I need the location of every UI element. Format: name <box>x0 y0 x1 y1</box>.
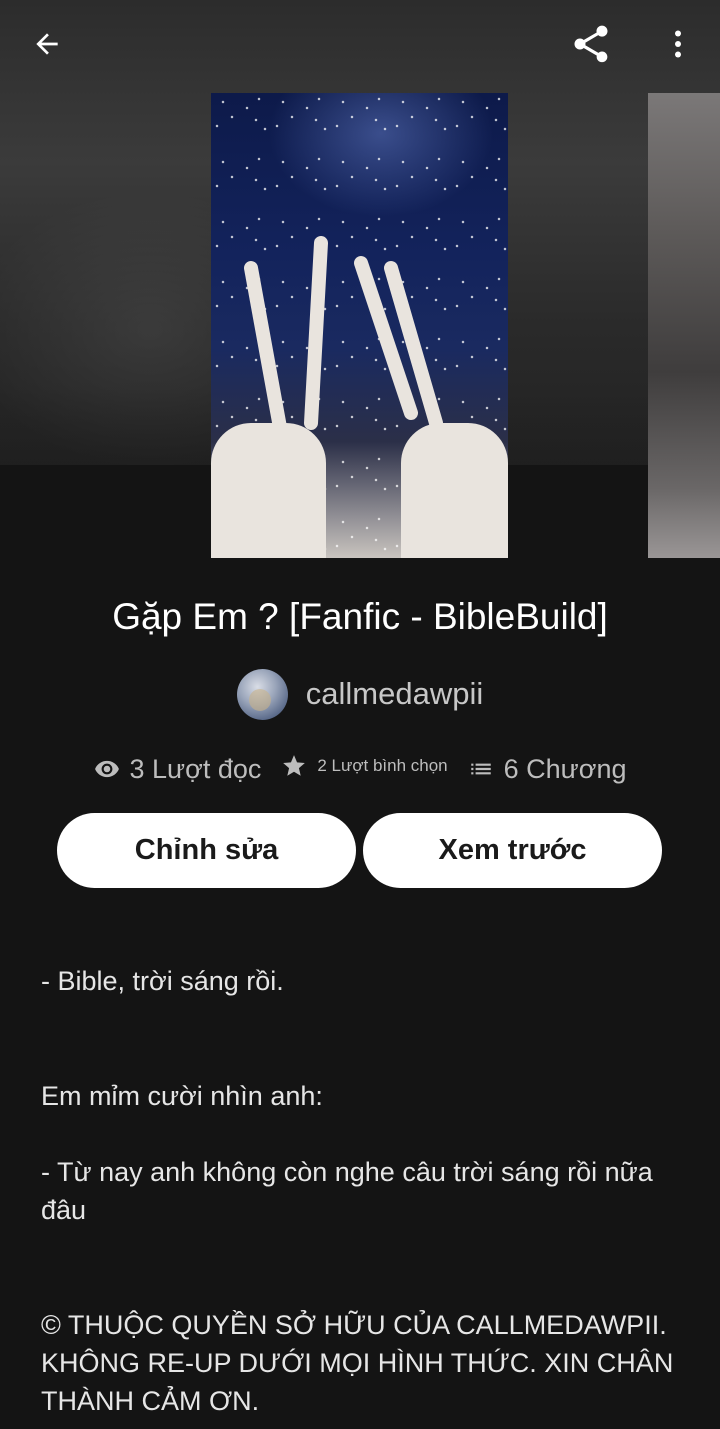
back-button[interactable] <box>19 16 75 72</box>
star-icon <box>283 755 306 776</box>
share-icon <box>574 25 608 63</box>
cover-raised-arms <box>244 236 443 440</box>
author-name[interactable]: callmedawpii <box>306 676 483 712</box>
top-bar <box>0 0 720 88</box>
reads-count: 3 Lượt đọc <box>129 753 262 784</box>
arrow-left-icon <box>36 33 58 55</box>
avatar[interactable] <box>236 668 288 720</box>
votes-stat: 2 Lượt bình chọn <box>281 755 448 779</box>
share-button[interactable] <box>563 16 619 72</box>
reads-stat: 3 Lượt đọc <box>94 753 262 785</box>
description-line: - Bible, trời sáng rồi. <box>41 966 284 996</box>
eye-icon <box>94 760 119 778</box>
chapters-stat[interactable]: 6 Chương <box>468 754 627 785</box>
story-stats: 3 Lượt đọc 2 Lượt bình chọn 6 Chương <box>0 748 720 790</box>
preview-button[interactable]: Xem trước <box>363 813 662 888</box>
story-title: Gặp Em ? [Fanfic - BibleBuild] <box>112 596 608 637</box>
author-row[interactable]: callmedawpii <box>0 667 720 721</box>
copyright-notice: © THUỘC QUYỀN SỞ HỮU CỦA CALLMEDAWPII. K… <box>41 1310 674 1416</box>
description-line: - Từ nay anh không còn nghe câu trời sán… <box>41 1157 653 1225</box>
story-cover-image[interactable] <box>211 93 508 558</box>
description-line: Em mỉm cười nhìn anh: <box>41 1081 323 1111</box>
votes-count: 2 Lượt bình chọn <box>317 756 448 775</box>
more-vertical-icon <box>675 30 681 58</box>
more-options-button[interactable] <box>650 16 706 72</box>
edit-button[interactable]: Chỉnh sửa <box>57 813 356 888</box>
list-icon <box>470 763 491 775</box>
chapters-count[interactable]: 6 Chương <box>504 754 627 785</box>
next-cover-preview[interactable] <box>648 93 720 558</box>
